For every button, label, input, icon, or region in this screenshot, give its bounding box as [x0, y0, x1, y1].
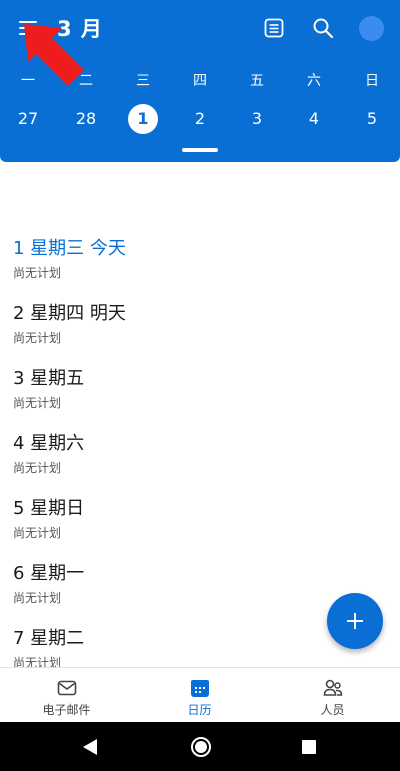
weekday-label: 六	[307, 73, 321, 89]
day-subtitle: 尚无计划	[13, 461, 62, 475]
menu-icon-line	[19, 27, 37, 29]
week-date-row: 27 28 1 2 3 4 5	[0, 104, 400, 134]
plus-icon	[345, 611, 365, 631]
day-subtitle: 尚无计划	[13, 266, 62, 280]
agenda-day[interactable]: 4 星期六 尚无计划	[13, 429, 84, 476]
mail-icon	[57, 680, 77, 696]
recent-apps-icon[interactable]	[302, 740, 316, 754]
weekday-label: 二	[79, 73, 93, 89]
weekday-label: 五	[250, 73, 264, 89]
agenda-day[interactable]: 7 星期二 尚无计划	[13, 624, 84, 667]
weekday-label: 一	[21, 73, 35, 89]
menu-icon-line	[19, 33, 37, 35]
date-cell[interactable]: 3	[237, 104, 277, 134]
agenda-view-button[interactable]	[263, 17, 285, 39]
nav-calendar[interactable]: 日历	[133, 668, 266, 723]
day-title: 1 星期三 今天	[13, 238, 126, 259]
calendar-header: 3 月 一 二 三 四 五 六 日 27 28 1 2 3 4 5	[0, 0, 400, 162]
day-subtitle: 尚无计划	[13, 656, 62, 667]
avatar[interactable]	[359, 16, 384, 41]
home-icon[interactable]	[191, 737, 211, 757]
day-title: 7 星期二	[13, 628, 85, 649]
back-icon[interactable]	[82, 738, 98, 756]
expand-handle[interactable]	[182, 148, 218, 152]
menu-button[interactable]	[16, 16, 42, 40]
search-button[interactable]	[311, 16, 335, 40]
month-title[interactable]: 3 月	[57, 13, 103, 43]
menu-icon-line	[19, 21, 37, 23]
day-title: 5 星期日	[13, 498, 85, 519]
date-cell[interactable]: 2	[180, 104, 220, 134]
add-event-button[interactable]	[327, 593, 383, 649]
agenda-day[interactable]: 2 星期四 明天 尚无计划	[13, 299, 126, 346]
top-bar: 3 月	[0, 0, 400, 56]
weekday-label: 日	[365, 73, 379, 89]
day-title: 2 星期四 明天	[13, 303, 126, 324]
nav-people[interactable]: 人员	[266, 668, 399, 723]
nav-people-label: 人员	[320, 703, 345, 717]
agenda-list: 1 星期三 今天 尚无计划 2 星期四 明天 尚无计划 3 星期五 尚无计划 4…	[0, 162, 400, 667]
search-icon	[313, 18, 334, 39]
day-subtitle: 尚无计划	[13, 331, 62, 345]
day-title: 4 星期六	[13, 433, 85, 454]
calendar-icon	[191, 680, 209, 697]
nav-mail-label: 电子邮件	[42, 703, 91, 717]
date-cell-selected[interactable]: 1	[128, 104, 158, 134]
agenda-day[interactable]: 6 星期一 尚无计划	[13, 559, 84, 606]
system-navigation-bar	[0, 722, 400, 771]
weekday-row: 一 二 三 四 五 六 日	[0, 70, 400, 90]
nav-mail[interactable]: 电子邮件	[0, 668, 133, 723]
weekday-label: 四	[193, 73, 207, 89]
day-title: 6 星期一	[13, 563, 85, 584]
nav-calendar-label: 日历	[187, 703, 212, 717]
day-subtitle: 尚无计划	[13, 591, 62, 605]
bottom-navigation: 电子邮件 日历 人员	[0, 667, 400, 722]
day-title: 3 星期五	[13, 368, 85, 389]
date-cell[interactable]: 4	[294, 104, 334, 134]
agenda-view-icon	[264, 18, 284, 38]
weekday-label: 三	[136, 73, 150, 89]
day-subtitle: 尚无计划	[13, 396, 62, 410]
people-icon	[323, 679, 343, 696]
date-cell[interactable]: 27	[8, 104, 48, 134]
date-cell[interactable]: 28	[66, 104, 106, 134]
agenda-day[interactable]: 1 星期三 今天 尚无计划	[13, 234, 126, 281]
day-subtitle: 尚无计划	[13, 526, 62, 540]
agenda-day[interactable]: 3 星期五 尚无计划	[13, 364, 84, 411]
date-cell[interactable]: 5	[352, 104, 392, 134]
agenda-day[interactable]: 5 星期日 尚无计划	[13, 494, 84, 541]
